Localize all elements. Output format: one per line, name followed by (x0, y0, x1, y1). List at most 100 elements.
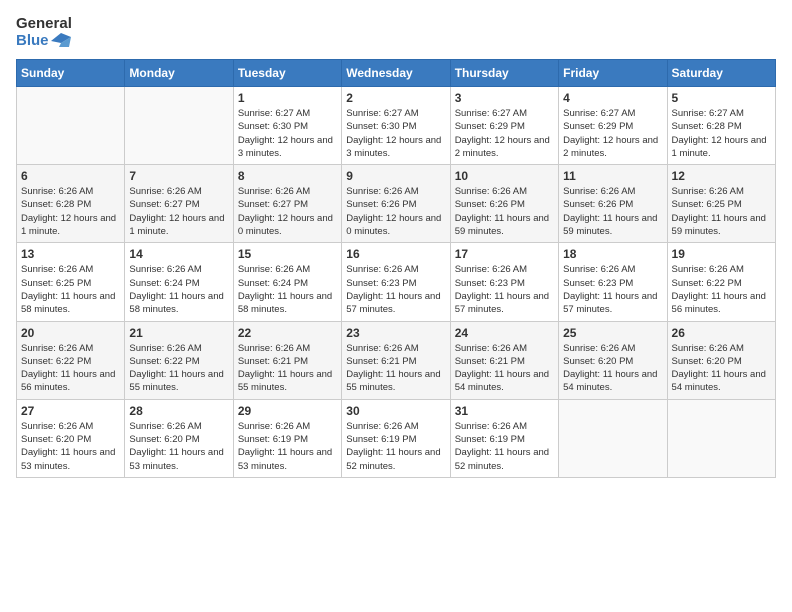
day-cell: 29 Sunrise: 6:26 AM Sunset: 6:19 PM Dayli… (233, 399, 341, 477)
day-cell: 13Sunrise: 6:26 AM Sunset: 6:25 PM Dayli… (17, 243, 125, 321)
day-info: Sunrise: 6:26 AM Sunset: 6:23 PM Dayligh… (563, 263, 662, 316)
day-number: 13 (21, 247, 120, 261)
day-cell: 17 Sunrise: 6:26 AM Sunset: 6:23 PM Dayli… (450, 243, 558, 321)
logo-general: General (16, 16, 72, 33)
logo-blue: Blue (16, 33, 72, 50)
day-number: 4 (563, 91, 662, 105)
day-cell: 20 Sunrise: 6:26 AM Sunset: 6:22 PM Dayli… (17, 321, 125, 399)
day-info: Sunrise: 6:26 AM Sunset: 6:23 PM Dayligh… (346, 263, 445, 316)
day-cell: 1 Sunrise: 6:27 AM Sunset: 6:30 PM Daylig… (233, 87, 341, 165)
day-info: Sunrise: 6:26 AM Sunset: 6:19 PM Dayligh… (346, 420, 445, 473)
day-info: Sunrise: 6:26 AM Sunset: 6:23 PM Dayligh… (455, 263, 554, 316)
day-number: 10 (455, 169, 554, 183)
day-cell: 31Sunrise: 6:26 AM Sunset: 6:19 PM Dayli… (450, 399, 558, 477)
day-info: Sunrise: 6:27 AM Sunset: 6:29 PM Dayligh… (563, 107, 662, 160)
day-info: Sunrise: 6:26 AM Sunset: 6:26 PM Dayligh… (455, 185, 554, 238)
day-number: 3 (455, 91, 554, 105)
logo-wordmark: General Blue (16, 16, 72, 49)
day-cell (667, 399, 775, 477)
day-number: 7 (129, 169, 228, 183)
day-number: 12 (672, 169, 771, 183)
day-cell: 25 Sunrise: 6:26 AM Sunset: 6:20 PM Dayli… (559, 321, 667, 399)
col-header-wednesday: Wednesday (342, 60, 450, 87)
day-cell: 7 Sunrise: 6:26 AM Sunset: 6:27 PM Daylig… (125, 165, 233, 243)
day-cell: 21 Sunrise: 6:26 AM Sunset: 6:22 PM Dayli… (125, 321, 233, 399)
day-info: Sunrise: 6:27 AM Sunset: 6:29 PM Dayligh… (455, 107, 554, 160)
day-number: 17 (455, 247, 554, 261)
day-cell: 18Sunrise: 6:26 AM Sunset: 6:23 PM Dayli… (559, 243, 667, 321)
day-number: 22 (238, 326, 337, 340)
day-info: Sunrise: 6:26 AM Sunset: 6:22 PM Dayligh… (129, 342, 228, 395)
day-cell: 10 Sunrise: 6:26 AM Sunset: 6:26 PM Dayli… (450, 165, 558, 243)
day-number: 28 (129, 404, 228, 418)
day-number: 5 (672, 91, 771, 105)
logo: General Blue (16, 16, 72, 49)
day-info: Sunrise: 6:26 AM Sunset: 6:28 PM Dayligh… (21, 185, 120, 238)
day-number: 9 (346, 169, 445, 183)
day-cell (559, 399, 667, 477)
col-header-saturday: Saturday (667, 60, 775, 87)
day-info: Sunrise: 6:26 AM Sunset: 6:26 PM Dayligh… (563, 185, 662, 238)
day-info: Sunrise: 6:26 AM Sunset: 6:20 PM Dayligh… (129, 420, 228, 473)
day-cell: 11 Sunrise: 6:26 AM Sunset: 6:26 PM Dayli… (559, 165, 667, 243)
day-cell: 30 Sunrise: 6:26 AM Sunset: 6:19 PM Dayli… (342, 399, 450, 477)
day-cell: 28 Sunrise: 6:26 AM Sunset: 6:20 PM Dayli… (125, 399, 233, 477)
day-cell: 26 Sunrise: 6:26 AM Sunset: 6:20 PM Dayli… (667, 321, 775, 399)
day-info: Sunrise: 6:26 AM Sunset: 6:24 PM Dayligh… (129, 263, 228, 316)
day-info: Sunrise: 6:26 AM Sunset: 6:21 PM Dayligh… (455, 342, 554, 395)
day-info: Sunrise: 6:26 AM Sunset: 6:26 PM Dayligh… (346, 185, 445, 238)
day-cell: 12 Sunrise: 6:26 AM Sunset: 6:25 PM Dayli… (667, 165, 775, 243)
day-info: Sunrise: 6:26 AM Sunset: 6:19 PM Dayligh… (455, 420, 554, 473)
day-cell (17, 87, 125, 165)
day-cell: 24 Sunrise: 6:26 AM Sunset: 6:21 PM Dayli… (450, 321, 558, 399)
day-number: 29 (238, 404, 337, 418)
day-info: Sunrise: 6:26 AM Sunset: 6:20 PM Dayligh… (563, 342, 662, 395)
col-header-monday: Monday (125, 60, 233, 87)
day-info: Sunrise: 6:26 AM Sunset: 6:21 PM Dayligh… (238, 342, 337, 395)
logo-bird-icon (51, 33, 71, 49)
week-row-1: 1 Sunrise: 6:27 AM Sunset: 6:30 PM Daylig… (17, 87, 776, 165)
day-number: 21 (129, 326, 228, 340)
day-info: Sunrise: 6:26 AM Sunset: 6:22 PM Dayligh… (672, 263, 771, 316)
day-info: Sunrise: 6:26 AM Sunset: 6:21 PM Dayligh… (346, 342, 445, 395)
day-info: Sunrise: 6:26 AM Sunset: 6:20 PM Dayligh… (21, 420, 120, 473)
day-cell: 2Sunrise: 6:27 AM Sunset: 6:30 PM Daylig… (342, 87, 450, 165)
week-row-4: 20 Sunrise: 6:26 AM Sunset: 6:22 PM Dayli… (17, 321, 776, 399)
day-cell: 16Sunrise: 6:26 AM Sunset: 6:23 PM Dayli… (342, 243, 450, 321)
day-info: Sunrise: 6:26 AM Sunset: 6:27 PM Dayligh… (238, 185, 337, 238)
header: General Blue (16, 16, 776, 49)
day-info: Sunrise: 6:26 AM Sunset: 6:20 PM Dayligh… (672, 342, 771, 395)
day-number: 27 (21, 404, 120, 418)
day-number: 20 (21, 326, 120, 340)
day-number: 1 (238, 91, 337, 105)
day-cell: 15Sunrise: 6:26 AM Sunset: 6:24 PM Dayli… (233, 243, 341, 321)
week-row-2: 6Sunrise: 6:26 AM Sunset: 6:28 PM Daylig… (17, 165, 776, 243)
week-row-5: 27 Sunrise: 6:26 AM Sunset: 6:20 PM Dayli… (17, 399, 776, 477)
day-info: Sunrise: 6:26 AM Sunset: 6:19 PM Dayligh… (238, 420, 337, 473)
day-info: Sunrise: 6:26 AM Sunset: 6:22 PM Dayligh… (21, 342, 120, 395)
day-cell: 14Sunrise: 6:26 AM Sunset: 6:24 PM Dayli… (125, 243, 233, 321)
day-number: 24 (455, 326, 554, 340)
week-row-3: 13Sunrise: 6:26 AM Sunset: 6:25 PM Dayli… (17, 243, 776, 321)
day-number: 2 (346, 91, 445, 105)
day-number: 25 (563, 326, 662, 340)
day-number: 23 (346, 326, 445, 340)
day-number: 26 (672, 326, 771, 340)
col-header-tuesday: Tuesday (233, 60, 341, 87)
day-info: Sunrise: 6:27 AM Sunset: 6:30 PM Dayligh… (238, 107, 337, 160)
header-row: SundayMondayTuesdayWednesdayThursdayFrid… (17, 60, 776, 87)
day-cell: 8Sunrise: 6:26 AM Sunset: 6:27 PM Daylig… (233, 165, 341, 243)
page: General Blue SundayMondayTuesdayWednesda… (0, 0, 792, 612)
col-header-thursday: Thursday (450, 60, 558, 87)
day-info: Sunrise: 6:26 AM Sunset: 6:25 PM Dayligh… (672, 185, 771, 238)
day-cell: 22 Sunrise: 6:26 AM Sunset: 6:21 PM Dayli… (233, 321, 341, 399)
day-cell: 19 Sunrise: 6:26 AM Sunset: 6:22 PM Dayli… (667, 243, 775, 321)
day-number: 11 (563, 169, 662, 183)
day-cell: 27 Sunrise: 6:26 AM Sunset: 6:20 PM Dayli… (17, 399, 125, 477)
day-cell: 4 Sunrise: 6:27 AM Sunset: 6:29 PM Daylig… (559, 87, 667, 165)
day-number: 30 (346, 404, 445, 418)
day-number: 19 (672, 247, 771, 261)
calendar: SundayMondayTuesdayWednesdayThursdayFrid… (16, 59, 776, 478)
day-info: Sunrise: 6:27 AM Sunset: 6:28 PM Dayligh… (672, 107, 771, 160)
day-info: Sunrise: 6:26 AM Sunset: 6:27 PM Dayligh… (129, 185, 228, 238)
